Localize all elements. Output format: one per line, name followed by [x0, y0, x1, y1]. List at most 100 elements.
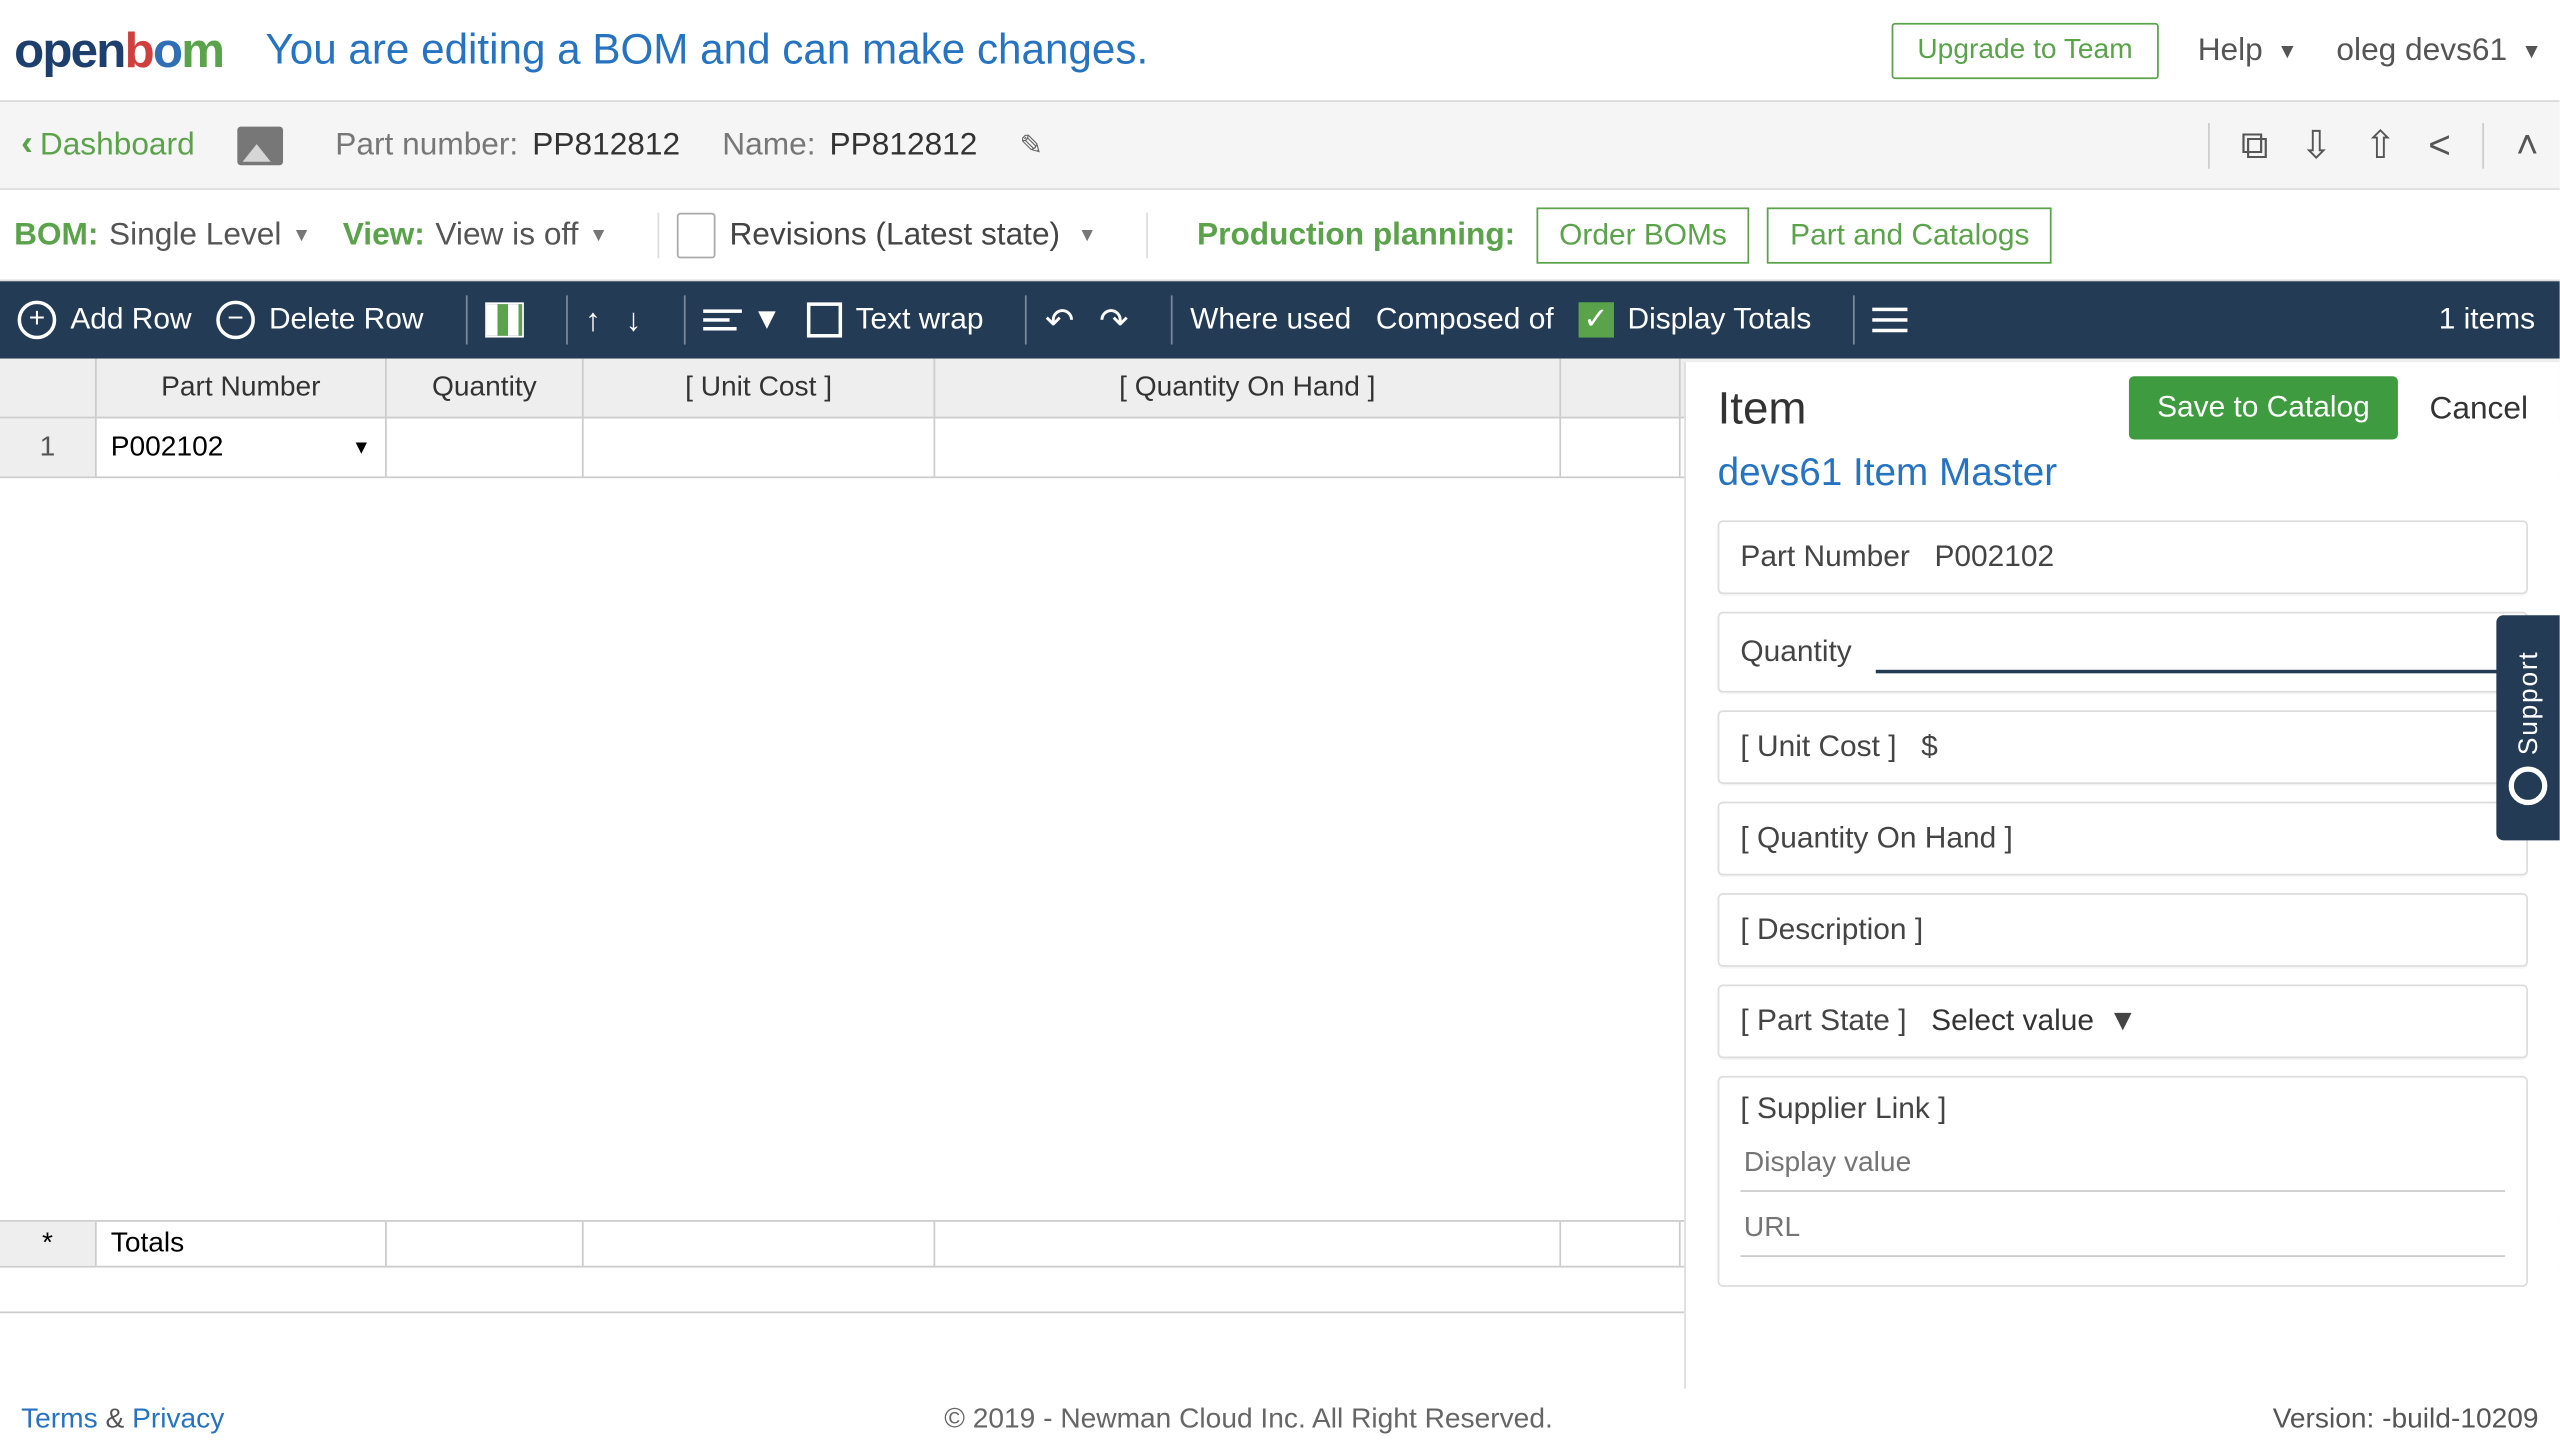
- field-label: [ Description ]: [1740, 912, 1923, 947]
- col-unit-cost[interactable]: [ Unit Cost ]: [584, 359, 936, 417]
- chevron-left-icon: ‹: [21, 125, 33, 165]
- field-value: P002102: [1934, 540, 2054, 575]
- cell-qoh[interactable]: [935, 418, 1561, 476]
- separator: [1146, 212, 1148, 258]
- separator: [466, 295, 468, 344]
- collapse-icon[interactable]: ˄: [2516, 122, 2539, 168]
- field-quantity[interactable]: Quantity: [1718, 612, 2528, 693]
- name-value: PP812812: [830, 127, 978, 164]
- checkbox-icon: [806, 302, 841, 337]
- field-part-state[interactable]: [ Part State ] Select value ▼: [1718, 984, 2528, 1058]
- separator: [1171, 295, 1173, 344]
- composed-of-button[interactable]: Composed of: [1376, 302, 1554, 337]
- menu-button[interactable]: [1873, 308, 1908, 333]
- where-used-button[interactable]: Where used: [1190, 302, 1351, 337]
- upload-icon[interactable]: ⇧: [2364, 122, 2396, 168]
- terms-link[interactable]: Terms: [21, 1405, 98, 1435]
- save-to-catalog-button[interactable]: Save to Catalog: [2129, 376, 2398, 439]
- text-wrap-toggle[interactable]: Text wrap: [806, 302, 983, 337]
- help-menu[interactable]: Help ▼: [2198, 32, 2298, 69]
- add-row-label: Add Row: [70, 302, 191, 337]
- move-down-button[interactable]: ↓: [626, 301, 642, 338]
- bom-dropdown[interactable]: Single Level: [109, 216, 281, 253]
- plus-icon: +: [18, 301, 57, 340]
- field-description[interactable]: [ Description ]: [1718, 893, 2528, 967]
- support-label: Support: [2513, 651, 2543, 756]
- separator: [1026, 295, 1028, 344]
- text-wrap-label: Text wrap: [856, 302, 984, 337]
- composed-of-label: Composed of: [1376, 302, 1554, 337]
- add-row-button[interactable]: + Add Row: [18, 301, 192, 340]
- field-label: Quantity: [1740, 635, 1851, 670]
- separator: [1854, 295, 1856, 344]
- catalog-link[interactable]: devs61 Item Master: [1718, 450, 2528, 496]
- items-count: 1 items: [2439, 302, 2535, 337]
- copyright: © 2019 - Newman Cloud Inc. All Right Res…: [224, 1405, 2272, 1437]
- bom-label: BOM:: [14, 216, 98, 253]
- quantity-input[interactable]: [1876, 631, 2265, 666]
- view-label: View:: [343, 216, 425, 253]
- redo-button[interactable]: ↷: [1099, 298, 1128, 342]
- cell-quantity[interactable]: [387, 418, 584, 476]
- totals-marker: *: [0, 1222, 97, 1266]
- redo-icon: ↷: [1099, 298, 1128, 342]
- align-button[interactable]: ▼: [703, 302, 782, 337]
- delete-row-button[interactable]: − Delete Row: [216, 301, 423, 340]
- delete-row-label: Delete Row: [269, 302, 423, 337]
- field-unit-cost[interactable]: [ Unit Cost ] $: [1718, 710, 2528, 784]
- chevron-down-icon: ▼: [2108, 1004, 2138, 1039]
- field-qoh[interactable]: [ Quantity On Hand ]: [1718, 802, 2528, 876]
- part-header-bar: ‹ Dashboard Part number: PP812812 Name: …: [0, 102, 2560, 190]
- arrow-down-icon: ↓: [626, 301, 642, 338]
- separator: [2483, 122, 2485, 168]
- supplier-display-input[interactable]: [1740, 1137, 2505, 1191]
- revisions-dropdown[interactable]: Revisions (Latest state): [729, 216, 1060, 253]
- supplier-url-input[interactable]: [1740, 1202, 2505, 1256]
- separator: [566, 295, 568, 344]
- display-totals-toggle[interactable]: ✓ Display Totals: [1578, 302, 1811, 337]
- lifebuoy-icon: [2509, 766, 2548, 805]
- cell-part-number[interactable]: P002102 ▼: [97, 418, 387, 476]
- item-panel: Item Save to Catalog Cancel devs61 Item …: [1684, 362, 2559, 1389]
- cancel-button[interactable]: Cancel: [2430, 389, 2529, 426]
- move-up-button[interactable]: ↑: [585, 301, 601, 338]
- privacy-link[interactable]: Privacy: [132, 1405, 224, 1435]
- where-used-label: Where used: [1190, 302, 1351, 337]
- cell-unit-cost[interactable]: [584, 418, 936, 476]
- qoh-input[interactable]: [2037, 821, 2505, 856]
- back-dashboard-link[interactable]: ‹ Dashboard: [21, 125, 195, 165]
- col-qoh[interactable]: [ Quantity On Hand ]: [935, 359, 1561, 417]
- row-index: 1: [0, 418, 97, 476]
- columns-button[interactable]: [485, 302, 524, 337]
- copy-icon[interactable]: ⧉: [2241, 122, 2269, 168]
- col-quantity[interactable]: Quantity: [387, 359, 584, 417]
- unit-cost-input[interactable]: [1938, 730, 2505, 765]
- view-dropdown[interactable]: View is off: [435, 216, 578, 253]
- order-boms-button[interactable]: Order BOMs: [1536, 207, 1749, 263]
- support-tab[interactable]: Support: [2496, 615, 2559, 840]
- field-label: Part Number: [1740, 540, 1909, 575]
- field-part-number[interactable]: Part Number P002102: [1718, 520, 2528, 594]
- part-catalogs-button[interactable]: Part and Catalogs: [1767, 207, 2052, 263]
- revisions-icon: [677, 212, 716, 258]
- user-menu[interactable]: oleg devs61 ▼: [2336, 32, 2542, 69]
- edit-banner: You are editing a BOM and can make chang…: [265, 25, 1891, 74]
- edit-icon[interactable]: ✎: [1020, 127, 1044, 162]
- field-supplier-link[interactable]: [ Supplier Link ]: [1718, 1076, 2528, 1287]
- currency-prefix: $: [1921, 730, 1938, 765]
- arrow-up-icon: ↑: [585, 301, 601, 338]
- top-bar: openbom You are editing a BOM and can ma…: [0, 0, 2560, 102]
- download-icon[interactable]: ⇩: [2300, 122, 2332, 168]
- footer: Terms & Privacy © 2019 - Newman Cloud In…: [0, 1389, 2560, 1452]
- hamburger-icon: [1873, 308, 1908, 333]
- undo-button[interactable]: ↶: [1045, 298, 1074, 342]
- field-label: [ Part State ]: [1740, 1004, 1906, 1039]
- checkbox-checked-icon: ✓: [1578, 302, 1613, 337]
- share-icon[interactable]: <: [2428, 122, 2451, 168]
- col-part-number[interactable]: Part Number: [97, 359, 387, 417]
- upgrade-button[interactable]: Upgrade to Team: [1891, 22, 2159, 78]
- description-input[interactable]: [1948, 912, 2505, 947]
- thumbnail-icon[interactable]: [237, 126, 283, 165]
- chevron-down-icon: ▼: [752, 302, 782, 337]
- logo[interactable]: openbom: [14, 22, 223, 78]
